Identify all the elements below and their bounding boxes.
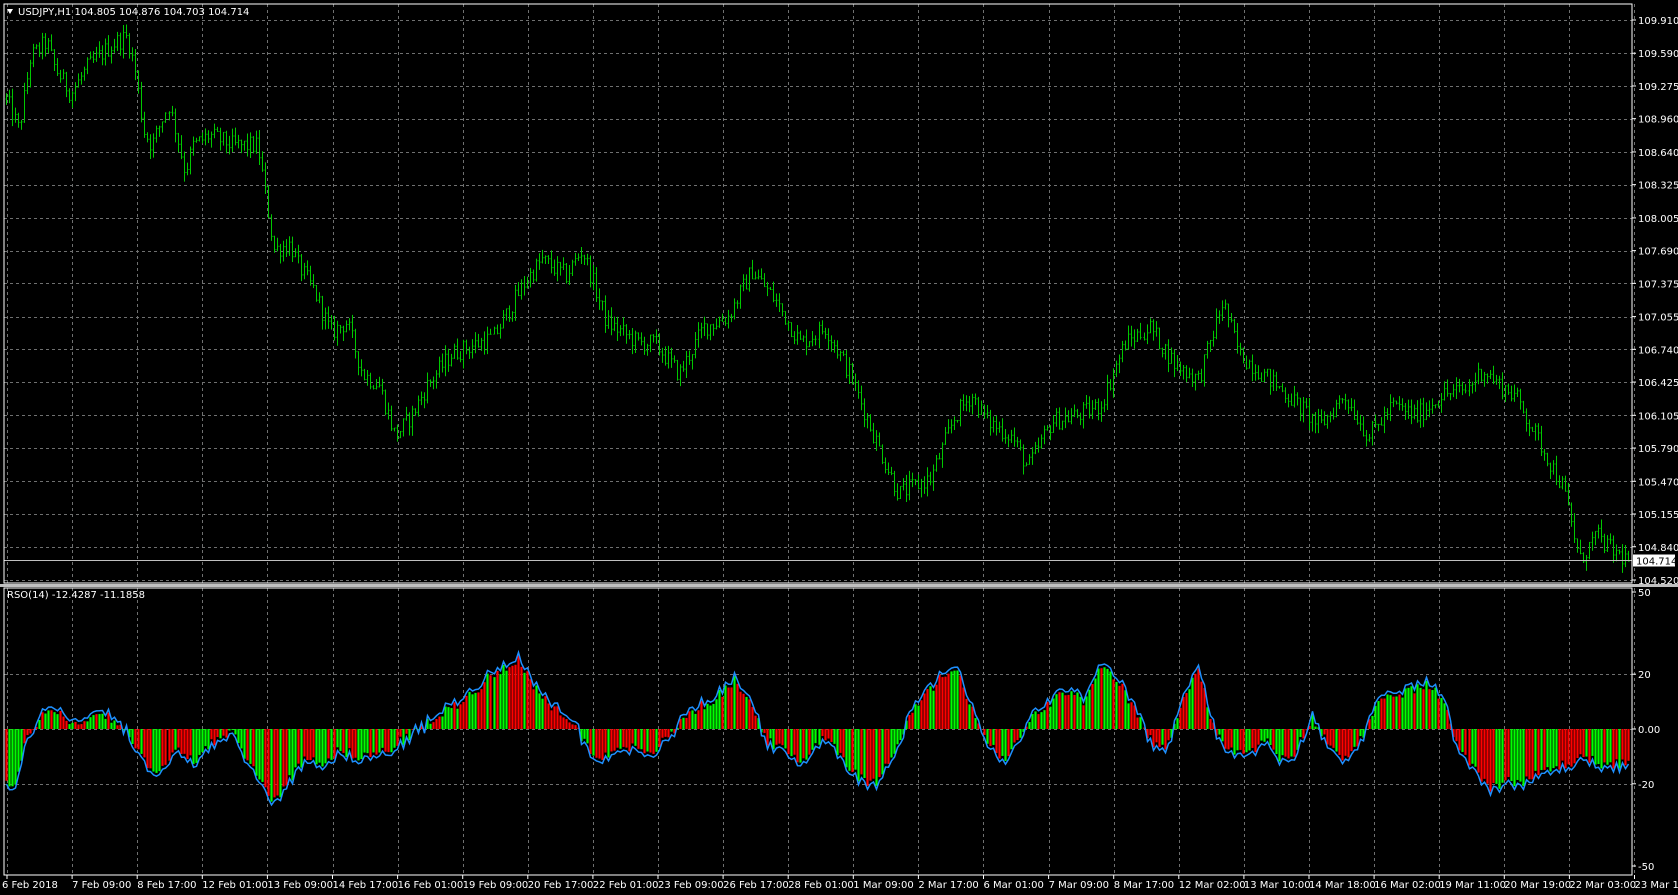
price-tick-label: 107.690 [1638, 247, 1678, 258]
price-tick-label: 107.055 [1638, 313, 1678, 324]
price-tick-label: 106.425 [1638, 378, 1678, 389]
price-tick-label: 108.325 [1638, 181, 1678, 192]
price-tick-label: 109.590 [1638, 49, 1678, 60]
price-tick-label: 105.470 [1638, 477, 1678, 488]
price-header-text: USDJPY,H1 104.805 104.876 104.703 104.71… [18, 7, 249, 18]
price-tick-label: 105.790 [1638, 444, 1678, 455]
price-tick-label: 105.155 [1638, 510, 1678, 521]
rso-tick-label: -20 [1638, 780, 1654, 791]
time-tick-label: 13 Mar 10:00 [1244, 880, 1311, 891]
time-tick-label: 8 Mar 17:00 [1114, 880, 1174, 891]
rso-tick-label: 20 [1638, 670, 1651, 681]
time-tick-label: 19 Mar 11:00 [1439, 880, 1506, 891]
price-tick-label: 109.275 [1638, 82, 1678, 93]
current-price-tag-label: 104.714 [1636, 557, 1677, 568]
price-tick-label: 108.005 [1638, 214, 1678, 225]
time-tick-label: 6 Feb 2018 [2, 880, 58, 891]
price-tick-label: 108.640 [1638, 148, 1678, 159]
chart-background [0, 0, 1678, 895]
price-tick-label: 107.375 [1638, 279, 1678, 290]
pane-separator[interactable] [0, 584, 1678, 587]
time-tick-label: 8 Feb 17:00 [137, 880, 196, 891]
time-tick-label: 16 Feb 01:00 [398, 880, 464, 891]
time-tick-label: 16 Mar 02:00 [1374, 880, 1441, 891]
price-header: USDJPY,H1 104.805 104.876 104.703 104.71… [7, 7, 249, 18]
time-tick-label: 28 Feb 01:00 [788, 880, 854, 891]
time-tick-label: 23 Feb 09:00 [658, 880, 724, 891]
time-tick-label: 22 Mar 03:00 [1569, 880, 1636, 891]
time-tick-label: 2 Mar 17:00 [918, 880, 978, 891]
time-tick-label: 23 Mar 11:00 [1635, 880, 1678, 891]
time-tick-label: 14 Feb 17:00 [333, 880, 399, 891]
time-tick-label: 26 Feb 17:00 [723, 880, 789, 891]
rso-tick-label: 0.00 [1638, 725, 1660, 736]
time-tick-label: 22 Feb 01:00 [593, 880, 659, 891]
price-tick-label: 106.105 [1638, 411, 1678, 422]
price-tick-label: 104.840 [1638, 543, 1678, 554]
time-tick-label: 19 Feb 09:00 [463, 880, 529, 891]
time-tick-label: 7 Feb 09:00 [72, 880, 131, 891]
time-tick-label: 14 Mar 18:00 [1309, 880, 1376, 891]
current-price-tag: 104.714 [1633, 554, 1677, 568]
time-tick-label: 20 Mar 19:00 [1504, 880, 1571, 891]
rso-tick-label: -50 [1638, 862, 1654, 873]
time-tick-label: 6 Mar 01:00 [984, 880, 1044, 891]
price-tick-label: 108.960 [1638, 115, 1678, 126]
time-tick-label: 1 Mar 09:00 [853, 880, 913, 891]
time-tick-label: 20 Feb 17:00 [528, 880, 594, 891]
price-tick-label: 106.740 [1638, 345, 1678, 356]
price-tick-label: 109.910 [1638, 16, 1678, 27]
rso-header-text: RSO(14) -12.4287 -11.1858 [7, 590, 145, 601]
time-tick-label: 13 Feb 09:00 [267, 880, 333, 891]
chart-canvas: 109.910 109.590 109.275 108.960 108.640 108.3… [0, 0, 1678, 895]
time-tick-label: 7 Mar 09:00 [1049, 880, 1109, 891]
time-tick-label: 12 Feb 01:00 [202, 880, 268, 891]
rso-tick-label: 50 [1638, 588, 1651, 599]
time-tick-label: 12 Mar 02:00 [1179, 880, 1246, 891]
